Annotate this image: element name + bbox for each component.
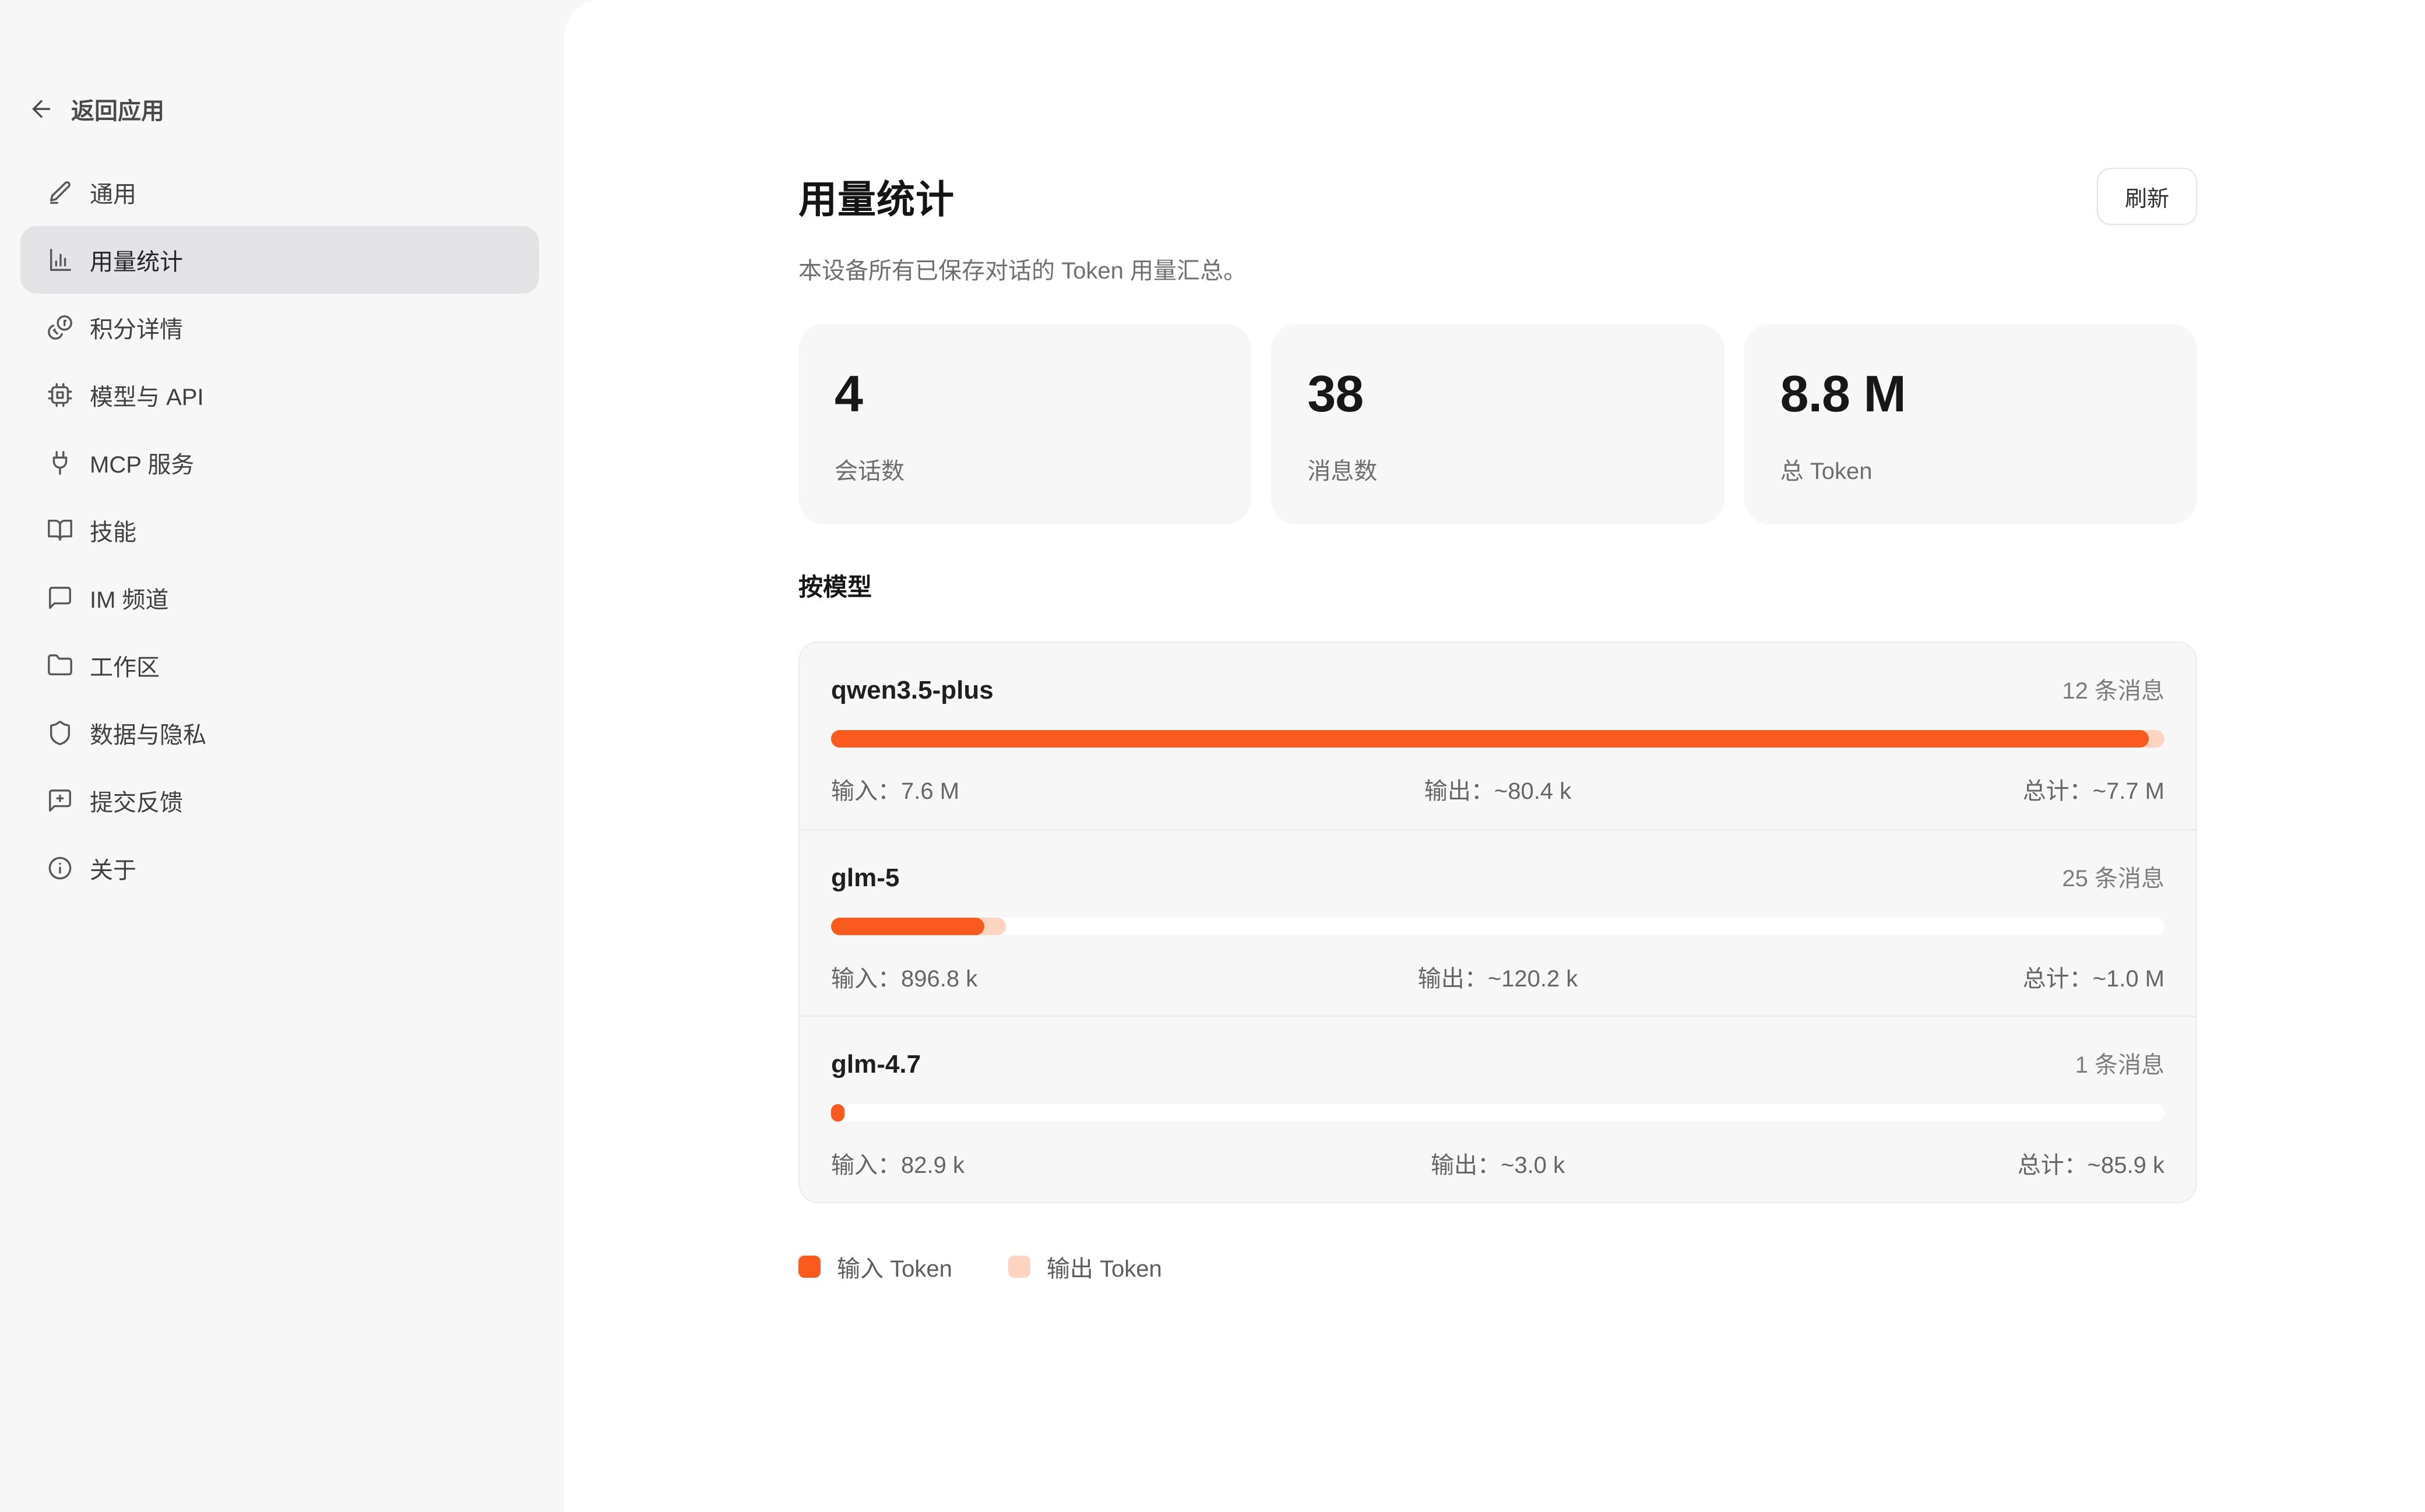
sidebar-item-about[interactable]: 关于 bbox=[20, 834, 539, 902]
pencil-icon bbox=[47, 179, 73, 206]
book-icon bbox=[47, 517, 73, 544]
summary-cards: 4 会话数 38 消息数 8.8 M 总 Token bbox=[798, 324, 2197, 524]
legend-label: 输入 Token bbox=[837, 1250, 952, 1284]
model-input-stat: 输入：82.9 k bbox=[831, 1146, 1276, 1180]
token-usage-bar bbox=[831, 918, 2164, 935]
legend-output-token: 输出 Token bbox=[1008, 1250, 1162, 1284]
total-tokens-label: 总 Token bbox=[1780, 452, 2197, 486]
sidebar-item-label: 技能 bbox=[90, 513, 136, 547]
model-name: qwen3.5-plus bbox=[831, 674, 994, 707]
token-usage-bar bbox=[831, 1104, 2164, 1122]
bar-chart-icon bbox=[47, 246, 73, 273]
token-legend: 输入 Token 输出 Token bbox=[798, 1250, 2197, 1284]
sidebar-item-label: 用量统计 bbox=[90, 243, 183, 277]
sidebar-item-usage-stats[interactable]: 用量统计 bbox=[20, 226, 539, 294]
sidebar-item-label: 数据与隐私 bbox=[90, 716, 206, 750]
sidebar-item-general[interactable]: 通用 bbox=[20, 158, 539, 226]
sidebar-item-label: IM 频道 bbox=[90, 581, 169, 615]
main-panel: 用量统计 刷新 本设备所有已保存对话的 Token 用量汇总。 4 会话数 38… bbox=[564, 0, 2425, 1512]
sidebar-item-label: MCP 服务 bbox=[90, 446, 194, 480]
input-token-bar-segment bbox=[831, 918, 984, 935]
model-message-count: 12 条消息 bbox=[2062, 672, 2164, 706]
back-to-app-label: 返回应用 bbox=[71, 92, 164, 126]
chat-bubble-icon bbox=[47, 584, 73, 611]
model-total-stat: 总计：~7.7 M bbox=[1720, 772, 2164, 806]
model-row-glm-5: glm-5 25 条消息 输入：896.8 k 输出：~120.2 k 总计：~… bbox=[800, 829, 2196, 1016]
model-row-qwen35-plus: qwen3.5-plus 12 条消息 输入：7.6 M 输出：~80.4 k … bbox=[800, 643, 2196, 829]
cpu-icon bbox=[47, 382, 73, 408]
page-title: 用量统计 bbox=[798, 168, 955, 224]
sidebar-item-feedback[interactable]: 提交反馈 bbox=[20, 767, 539, 834]
model-message-count: 1 条消息 bbox=[2075, 1046, 2164, 1080]
session-count-label: 会话数 bbox=[835, 452, 1251, 486]
plug-icon bbox=[47, 449, 73, 476]
message-count-label: 消息数 bbox=[1307, 452, 1724, 486]
arrow-left-icon bbox=[28, 96, 55, 122]
model-output-stat: 输出：~80.4 k bbox=[1276, 772, 1720, 806]
legend-label: 输出 Token bbox=[1047, 1250, 1162, 1284]
folder-icon bbox=[47, 652, 73, 679]
model-message-count: 25 条消息 bbox=[2062, 859, 2164, 893]
sidebar-item-label: 提交反馈 bbox=[90, 784, 183, 817]
model-name: glm-4.7 bbox=[831, 1048, 921, 1081]
sidebar-item-label: 模型与 API bbox=[90, 378, 204, 412]
sidebar-item-models-api[interactable]: 模型与 API bbox=[20, 361, 539, 429]
legend-input-token: 输入 Token bbox=[798, 1250, 952, 1284]
refresh-button[interactable]: 刷新 bbox=[2097, 168, 2197, 225]
model-output-stat: 输出：~3.0 k bbox=[1276, 1146, 1720, 1180]
input-token-bar-segment bbox=[831, 1104, 844, 1122]
output-token-swatch bbox=[1008, 1256, 1030, 1278]
page-subtitle: 本设备所有已保存对话的 Token 用量汇总。 bbox=[798, 252, 2197, 286]
sidebar-item-data-privacy[interactable]: 数据与隐私 bbox=[20, 699, 539, 767]
sidebar-nav: 通用 用量统计 积分详情 模型与 API MCP 服务 技能 IM 频道 工作 bbox=[20, 158, 539, 902]
model-row-glm-47: glm-4.7 1 条消息 输入：82.9 k 输出：~3.0 k 总计：~85… bbox=[800, 1016, 2196, 1202]
sidebar-item-credits[interactable]: 积分详情 bbox=[20, 294, 539, 361]
shield-icon bbox=[47, 720, 73, 746]
settings-sidebar: 返回应用 通用 用量统计 积分详情 模型与 API MCP 服务 技能 IM bbox=[0, 0, 564, 1512]
model-total-stat: 总计：~85.9 k bbox=[1720, 1146, 2164, 1180]
by-model-section-title: 按模型 bbox=[798, 568, 2197, 603]
sidebar-item-label: 工作区 bbox=[90, 648, 160, 682]
session-count-value: 4 bbox=[835, 368, 1251, 420]
model-input-stat: 输入：896.8 k bbox=[831, 960, 1276, 993]
sidebar-item-label: 通用 bbox=[90, 175, 136, 209]
sidebar-item-workspace[interactable]: 工作区 bbox=[20, 632, 539, 699]
input-token-swatch bbox=[798, 1256, 821, 1278]
token-usage-bar bbox=[831, 730, 2164, 748]
sidebar-item-im-channels[interactable]: IM 频道 bbox=[20, 564, 539, 632]
sidebar-item-skills[interactable]: 技能 bbox=[20, 496, 539, 564]
coins-icon bbox=[47, 314, 73, 341]
model-input-stat: 输入：7.6 M bbox=[831, 772, 1276, 806]
card-total-tokens: 8.8 M 总 Token bbox=[1744, 324, 2197, 524]
sidebar-item-label: 积分详情 bbox=[90, 311, 183, 344]
sidebar-item-label: 关于 bbox=[90, 851, 136, 885]
model-output-stat: 输出：~120.2 k bbox=[1276, 960, 1720, 993]
total-tokens-value: 8.8 M bbox=[1780, 368, 2197, 420]
back-to-app-button[interactable]: 返回应用 bbox=[28, 92, 164, 126]
model-total-stat: 总计：~1.0 M bbox=[1720, 960, 2164, 993]
message-count-value: 38 bbox=[1307, 368, 1724, 420]
input-token-bar-segment bbox=[831, 730, 2149, 748]
feedback-plus-icon bbox=[47, 787, 73, 814]
card-message-count: 38 消息数 bbox=[1271, 324, 1724, 524]
model-usage-list: qwen3.5-plus 12 条消息 输入：7.6 M 输出：~80.4 k … bbox=[798, 642, 2197, 1203]
info-icon bbox=[47, 855, 73, 882]
model-name: glm-5 bbox=[831, 862, 899, 894]
sidebar-item-mcp[interactable]: MCP 服务 bbox=[20, 429, 539, 496]
card-session-count: 4 会话数 bbox=[798, 324, 1251, 524]
